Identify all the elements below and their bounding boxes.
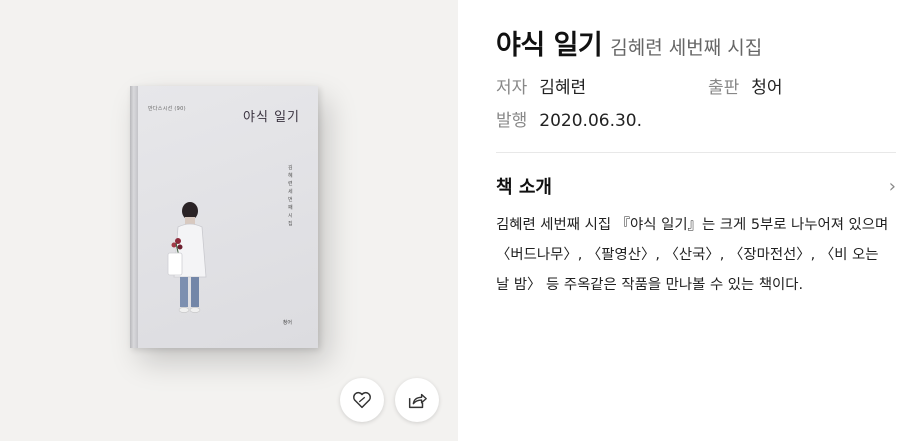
book-cover-image: 만다스시선 (90) 야식 일기 김혜련 세 번째 시집 청어 (130, 86, 318, 348)
book-intro-header[interactable]: 책 소개 › (496, 174, 896, 199)
divider (496, 152, 896, 153)
cover-subtitle: 김혜련 세 번째 시집 (288, 165, 293, 227)
share-icon (408, 393, 427, 409)
cover-illustration (167, 202, 207, 313)
cover-title: 야식 일기 (243, 110, 300, 125)
publisher-value: 청어 (751, 78, 783, 98)
date-row: 발행 2020.06.30. (496, 106, 642, 131)
date-value: 2020.06.30. (539, 111, 643, 131)
book-spine (130, 86, 138, 348)
book-intro-title: 책 소개 (496, 177, 552, 198)
title-row: 야식 일기 김혜련 세번째 시집 (496, 23, 762, 62)
book-image-panel: 만다스시선 (90) 야식 일기 김혜련 세 번째 시집 청어 (0, 0, 458, 441)
book-title: 야식 일기 (496, 30, 603, 61)
book-intro-text: 김혜련 세번째 시집 『야식 일기』는 크게 5부로 나누어져 있으며 〈버드나… (496, 217, 889, 293)
author-label: 저자 (496, 78, 528, 98)
cover-publisher: 청어 (282, 320, 292, 326)
author-row: 저자 김혜련 (496, 73, 586, 98)
like-button[interactable] (340, 378, 384, 422)
publisher-row: 출판 청어 (708, 73, 783, 98)
chevron-right-icon: › (888, 175, 896, 197)
book-cover: 만다스시선 (90) 야식 일기 김혜련 세 번째 시집 청어 (138, 86, 318, 348)
date-label: 발행 (496, 111, 528, 131)
share-button[interactable] (395, 378, 439, 422)
publisher-label: 출판 (708, 78, 740, 98)
book-info-panel: 야식 일기 김혜련 세번째 시집 저자 김혜련 출판 청어 발행 2020.06.30… (458, 0, 913, 441)
heart-icon (353, 391, 371, 409)
author-value: 김혜련 (539, 78, 587, 98)
book-subtitle: 김혜련 세번째 시집 (610, 37, 763, 59)
cover-series: 만다스시선 (90) (148, 106, 186, 112)
